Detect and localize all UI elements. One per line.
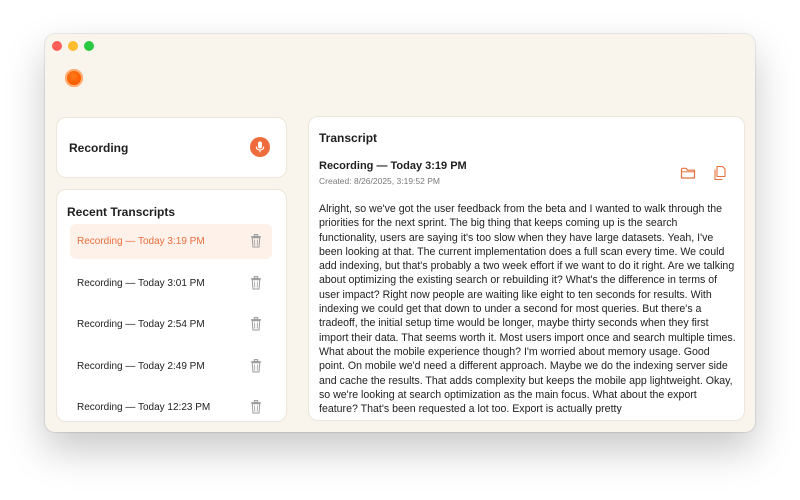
microphone-icon [255,141,265,153]
transcript-created-date: Created: 8/26/2025, 3:19:52 PM [319,176,440,186]
trash-icon[interactable] [250,400,262,414]
transcript-item-label: Recording — Today 3:19 PM [77,236,205,247]
transcript-text: Alright, so we've got the user feedback … [319,203,736,414]
transcript-item-label: Recording — Today 2:49 PM [77,360,205,372]
trash-icon[interactable] [250,275,262,290]
trash-icon[interactable] [250,317,262,331]
copy-transcript-button[interactable] [712,165,728,181]
transcript-actions [680,165,728,181]
transcript-list-item[interactable]: Recording — Today 2:54 PM [70,307,272,342]
transcript-item-label: Recording — Today 2:54 PM [77,319,205,330]
trash-icon[interactable] [250,234,262,248]
open-folder-button[interactable] [680,165,696,181]
recording-label: Recording [69,141,129,155]
folder-icon [680,167,696,179]
transcript-item-label: Recording — Today 12:23 PM [77,402,211,413]
app-window: Recording Recent Transcripts Recording —… [45,34,755,432]
transcript-list-item[interactable]: Recording — Today 12:23 PM [70,390,272,421]
copy-icon [714,165,726,181]
minimize-window-button[interactable] [68,41,78,51]
recent-transcripts-panel: Recent Transcripts Recording — Today 3:1… [56,189,287,422]
app-logo-icon [65,69,83,87]
record-button[interactable] [250,137,270,157]
maximize-window-button[interactable] [84,41,94,51]
transcript-item-label: Recording — Today 3:01 PM [77,277,205,289]
recent-transcripts-title: Recent Transcripts [67,205,176,219]
transcript-list: Recording — Today 3:19 PM Recording — To… [70,224,272,421]
transcript-list-item[interactable]: Recording — Today 3:01 PM [70,266,272,301]
trash-icon[interactable] [250,358,262,373]
transcript-list-item[interactable]: Recording — Today 2:49 PM [70,349,272,384]
transcript-header: Transcript [319,131,378,145]
transcript-panel: Transcript Recording — Today 3:19 PM Cre… [308,116,745,421]
transcript-recording-title: Recording — Today 3:19 PM [319,160,467,172]
close-window-button[interactable] [52,41,62,51]
transcript-list-item[interactable]: Recording — Today 3:19 PM [70,224,272,259]
recording-card: Recording [56,117,287,178]
window-controls [52,41,94,51]
